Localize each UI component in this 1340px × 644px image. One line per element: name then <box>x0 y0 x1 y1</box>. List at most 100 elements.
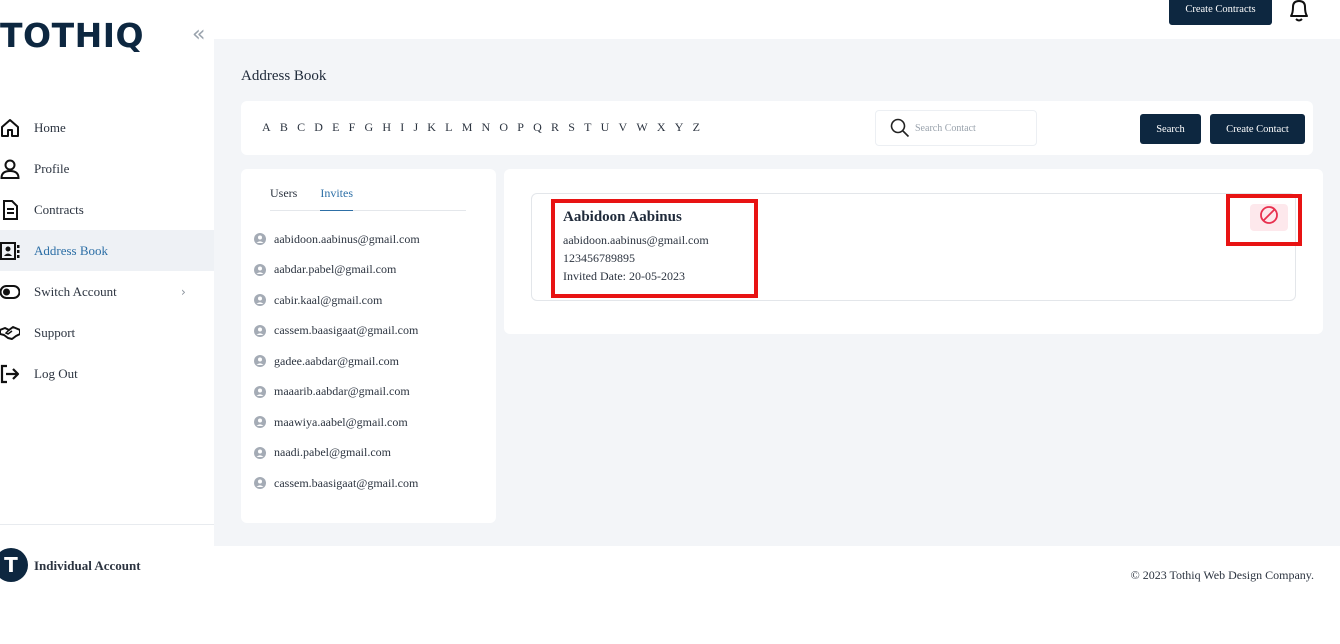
alphabet-letter-p[interactable]: P <box>517 120 524 135</box>
alphabet-letter-a[interactable]: A <box>262 120 271 135</box>
alphabet-letter-d[interactable]: D <box>314 120 323 135</box>
alphabet-letter-l[interactable]: L <box>445 120 452 135</box>
alphabet-filter-bar: ABCDEFGHIJKLMNOPQRSTUVWXYZ Search Create… <box>241 101 1313 155</box>
alphabet-letter-v[interactable]: V <box>618 120 627 135</box>
alphabet-letter-f[interactable]: F <box>349 120 356 135</box>
user-circle-icon <box>254 385 266 398</box>
list-item[interactable]: cabir.kaal@gmail.com <box>241 285 496 316</box>
user-circle-icon <box>254 355 266 368</box>
sidebar-nav: Home Profile Contracts Address Book Swit… <box>0 107 214 394</box>
search-input[interactable] <box>915 122 1030 134</box>
invite-email: aabdar.pabel@gmail.com <box>274 262 397 277</box>
sidebar-item-address-book[interactable]: Address Book <box>0 230 214 271</box>
sidebar-item-label: Support <box>34 324 76 340</box>
alphabet-letter-c[interactable]: C <box>297 120 305 135</box>
main-content: Create Contracts Address Book ABCDEFGHIJ… <box>214 0 1340 604</box>
handshake-icon <box>0 323 20 343</box>
alphabet-letter-i[interactable]: I <box>400 120 404 135</box>
sidebar-item-label: Home <box>34 119 66 135</box>
contact-phone: 123456789895 <box>563 251 635 265</box>
alphabet-letter-s[interactable]: S <box>568 120 575 135</box>
invite-email: aabidoon.aabinus@gmail.com <box>274 231 420 246</box>
account-switcher[interactable]: T Individual Account <box>0 524 214 604</box>
alphabet-letter-y[interactable]: Y <box>675 120 684 135</box>
alphabet-letter-h[interactable]: H <box>382 120 391 135</box>
block-action-highlight <box>1226 194 1302 246</box>
create-contracts-button[interactable]: Create Contracts <box>1169 0 1272 25</box>
sidebar-item-label: Profile <box>34 160 70 176</box>
account-type-label: Individual Account <box>34 558 141 573</box>
tab-invites[interactable]: Invites <box>320 186 353 211</box>
invite-email: naadi.pabel@gmail.com <box>274 445 392 460</box>
contact-card: Aabidoon Aabinus aabidoon.aabinus@gmail.… <box>531 193 1302 301</box>
alphabet-letter-e[interactable]: E <box>332 120 339 135</box>
alphabet-letter-r[interactable]: R <box>551 120 559 135</box>
user-circle-icon <box>254 324 266 337</box>
alphabet-letter-w[interactable]: W <box>636 120 647 135</box>
contact-name: Aabidoon Aabinus <box>563 209 682 225</box>
list-item[interactable]: aabidoon.aabinus@gmail.com <box>241 224 496 255</box>
list-item[interactable]: cassem.baasigaat@gmail.com <box>241 316 496 347</box>
contact-info-highlight: Aabidoon Aabinus aabidoon.aabinus@gmail.… <box>551 199 758 298</box>
bell-icon[interactable] <box>1286 0 1312 24</box>
tothiq-logo[interactable]: TOTHIQ <box>0 16 144 55</box>
alphabet-letter-j[interactable]: J <box>413 120 418 135</box>
contacts-list-panel: Users Invites aabidoon.aabinus@gmail.com… <box>241 169 496 523</box>
invite-email: maawiya.aabel@gmail.com <box>274 414 408 429</box>
list-item[interactable]: maawiya.aabel@gmail.com <box>241 407 496 438</box>
invite-email: cassem.baasigaat@gmail.com <box>274 323 419 338</box>
alphabet-letter-n[interactable]: N <box>482 120 491 135</box>
page-title: Address Book <box>241 68 327 84</box>
invite-email: cassem.baasigaat@gmail.com <box>274 475 419 490</box>
alphabet-letter-z[interactable]: Z <box>693 120 700 135</box>
search-icon <box>890 118 910 138</box>
alphabet-letter-x[interactable]: X <box>657 120 666 135</box>
alphabet-letter-g[interactable]: G <box>365 120 374 135</box>
top-bar: Create Contracts <box>214 0 1340 39</box>
alphabet-letter-u[interactable]: U <box>601 120 610 135</box>
create-contact-button[interactable]: Create Contact <box>1210 114 1305 144</box>
sidebar-item-contracts[interactable]: Contracts <box>0 189 214 230</box>
list-item[interactable]: naadi.pabel@gmail.com <box>241 438 496 469</box>
contact-invited-date: Invited Date: 20-05-2023 <box>563 269 685 283</box>
collapse-sidebar-icon[interactable]: « <box>192 22 205 47</box>
toggle-icon <box>0 282 20 302</box>
sidebar-item-home[interactable]: Home <box>0 107 214 148</box>
alphabet-letter-t[interactable]: T <box>584 120 591 135</box>
alphabet-letter-k[interactable]: K <box>427 120 436 135</box>
sidebar-item-label: Contracts <box>34 201 84 217</box>
sidebar-item-log-out[interactable]: Log Out <box>0 353 214 394</box>
list-item[interactable]: cassem.baasigaat@gmail.com <box>241 468 496 499</box>
home-icon <box>0 118 20 138</box>
logout-icon <box>0 364 20 384</box>
list-item[interactable]: gadee.aabdar@gmail.com <box>241 346 496 377</box>
invite-email: gadee.aabdar@gmail.com <box>274 353 399 368</box>
list-tabs: Users Invites <box>270 186 466 211</box>
contact-card-icon <box>0 241 20 261</box>
search-button[interactable]: Search <box>1140 114 1201 144</box>
sidebar-item-label: Switch Account <box>34 283 117 299</box>
user-circle-icon <box>254 446 266 459</box>
user-circle-icon <box>254 477 266 490</box>
sidebar-item-support[interactable]: Support <box>0 312 214 353</box>
list-item[interactable]: maaarib.aabdar@gmail.com <box>241 377 496 408</box>
search-field[interactable] <box>875 110 1037 146</box>
alphabet-letter-m[interactable]: M <box>462 120 473 135</box>
invite-email-list: aabidoon.aabinus@gmail.com aabdar.pabel@g… <box>241 224 496 502</box>
tab-users[interactable]: Users <box>270 186 297 211</box>
copyright-text: © 2023 Tothiq Web Design Company. <box>1130 568 1314 582</box>
sidebar-item-switch-account[interactable]: Switch Account › <box>0 271 214 312</box>
user-circle-icon <box>254 294 266 307</box>
alphabet-letter-b[interactable]: B <box>280 120 288 135</box>
block-contact-button[interactable] <box>1250 204 1288 231</box>
sidebar-item-profile[interactable]: Profile <box>0 148 214 189</box>
alphabet-letters: ABCDEFGHIJKLMNOPQRSTUVWXYZ <box>262 120 709 135</box>
document-icon <box>0 199 20 220</box>
user-circle-icon <box>254 233 266 246</box>
invite-email: maaarib.aabdar@gmail.com <box>274 384 410 399</box>
list-item[interactable]: aabdar.pabel@gmail.com <box>241 255 496 286</box>
sidebar-item-label: Log Out <box>34 365 78 381</box>
alphabet-letter-o[interactable]: O <box>499 120 508 135</box>
alphabet-letter-q[interactable]: Q <box>533 120 542 135</box>
contact-email: aabidoon.aabinus@gmail.com <box>563 233 709 247</box>
